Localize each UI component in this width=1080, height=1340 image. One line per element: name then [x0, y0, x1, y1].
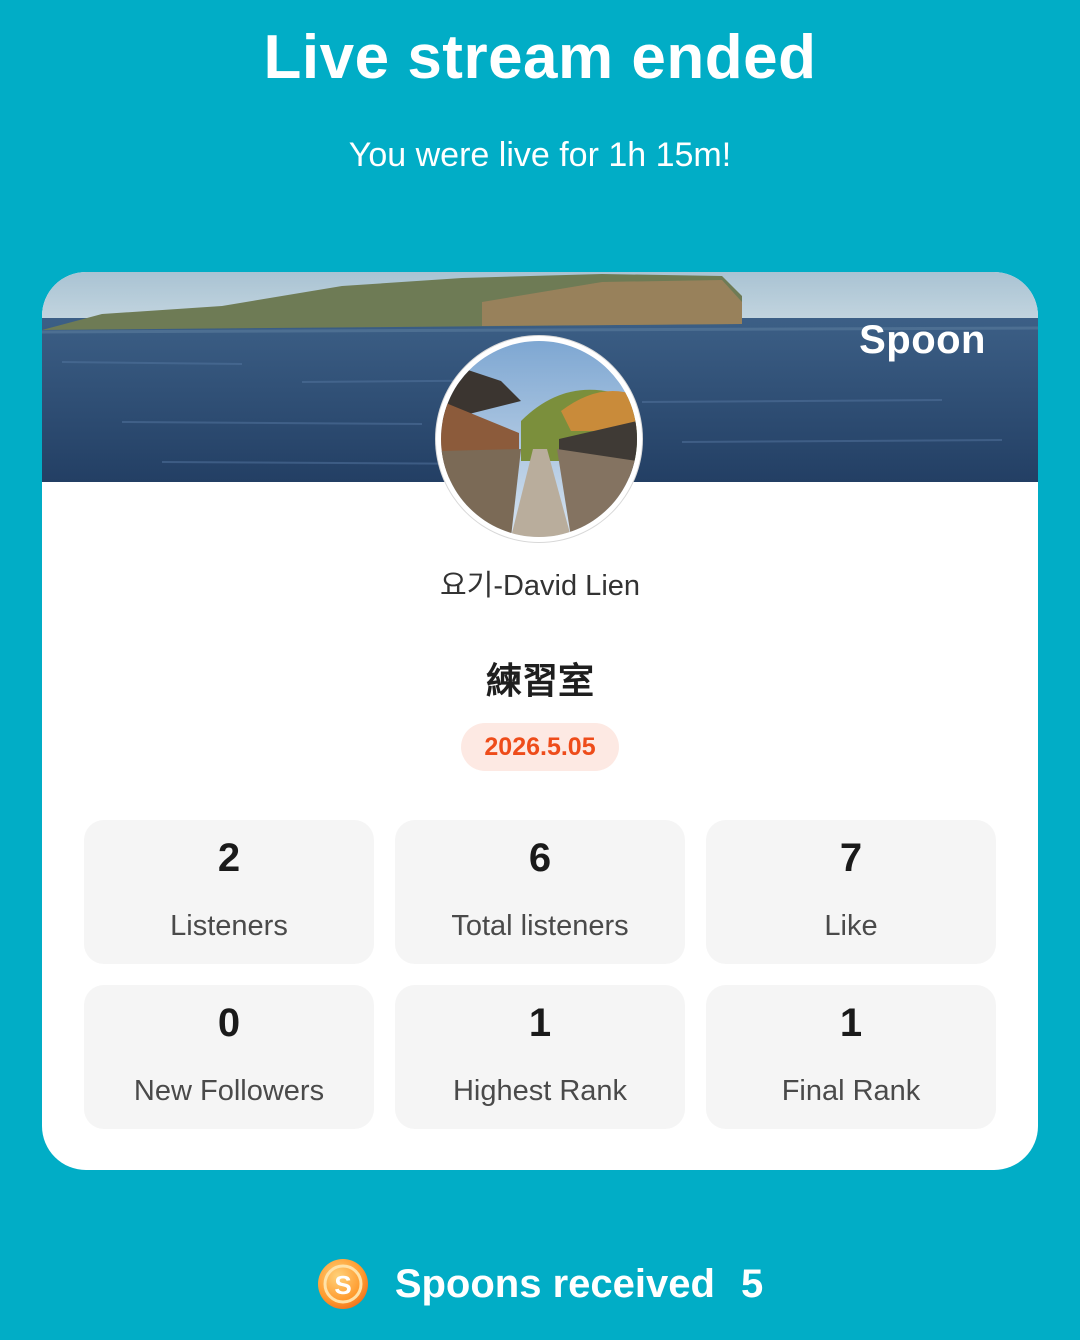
stat-final-rank: 1 Final Rank — [706, 985, 996, 1129]
stat-value: 1 — [839, 1001, 863, 1045]
spoons-received-label: Spoons received — [394, 1261, 715, 1306]
stat-label: Highest Rank — [452, 1075, 628, 1107]
stat-label: Listeners — [170, 910, 288, 942]
live-duration-text: You were live for 1h 15m! — [348, 136, 732, 174]
stat-label: Like — [824, 910, 878, 942]
stat-new-followers: 0 New Followers — [84, 985, 374, 1129]
date-badge: 2026.5.05 — [461, 723, 619, 771]
stat-total-listeners: 6 Total listeners — [395, 820, 685, 964]
room-title: 練習室 — [485, 660, 594, 701]
stat-label: Final Rank — [781, 1075, 921, 1107]
coin-letter: S — [334, 1270, 351, 1300]
spoons-received-row: S Spoons received 5 — [0, 1258, 1080, 1318]
stream-summary-card: Spoon 요기-David Lien 練習室 2026.5.05 2 List… — [42, 272, 1038, 1170]
stat-listeners: 2 Listeners — [84, 820, 374, 964]
avatar[interactable] — [436, 336, 642, 542]
stat-value: 0 — [217, 1001, 241, 1045]
streamer-username: 요기-David Lien — [439, 570, 641, 602]
stat-value: 6 — [528, 836, 552, 880]
stat-value: 1 — [528, 1001, 552, 1045]
spoon-brand-logo: Spoon — [859, 318, 986, 362]
stat-like: 7 Like — [706, 820, 996, 964]
stat-value: 7 — [839, 836, 863, 880]
stat-label: Total listeners — [451, 910, 629, 942]
page-title: Live stream ended — [263, 23, 817, 92]
stat-value: 2 — [217, 836, 241, 880]
spoon-coin-icon: S — [317, 1259, 368, 1309]
stat-highest-rank: 1 Highest Rank — [395, 985, 685, 1129]
avatar-photo — [441, 341, 637, 537]
spoons-received-count: 5 — [740, 1261, 764, 1306]
stat-label: New Followers — [133, 1075, 325, 1107]
